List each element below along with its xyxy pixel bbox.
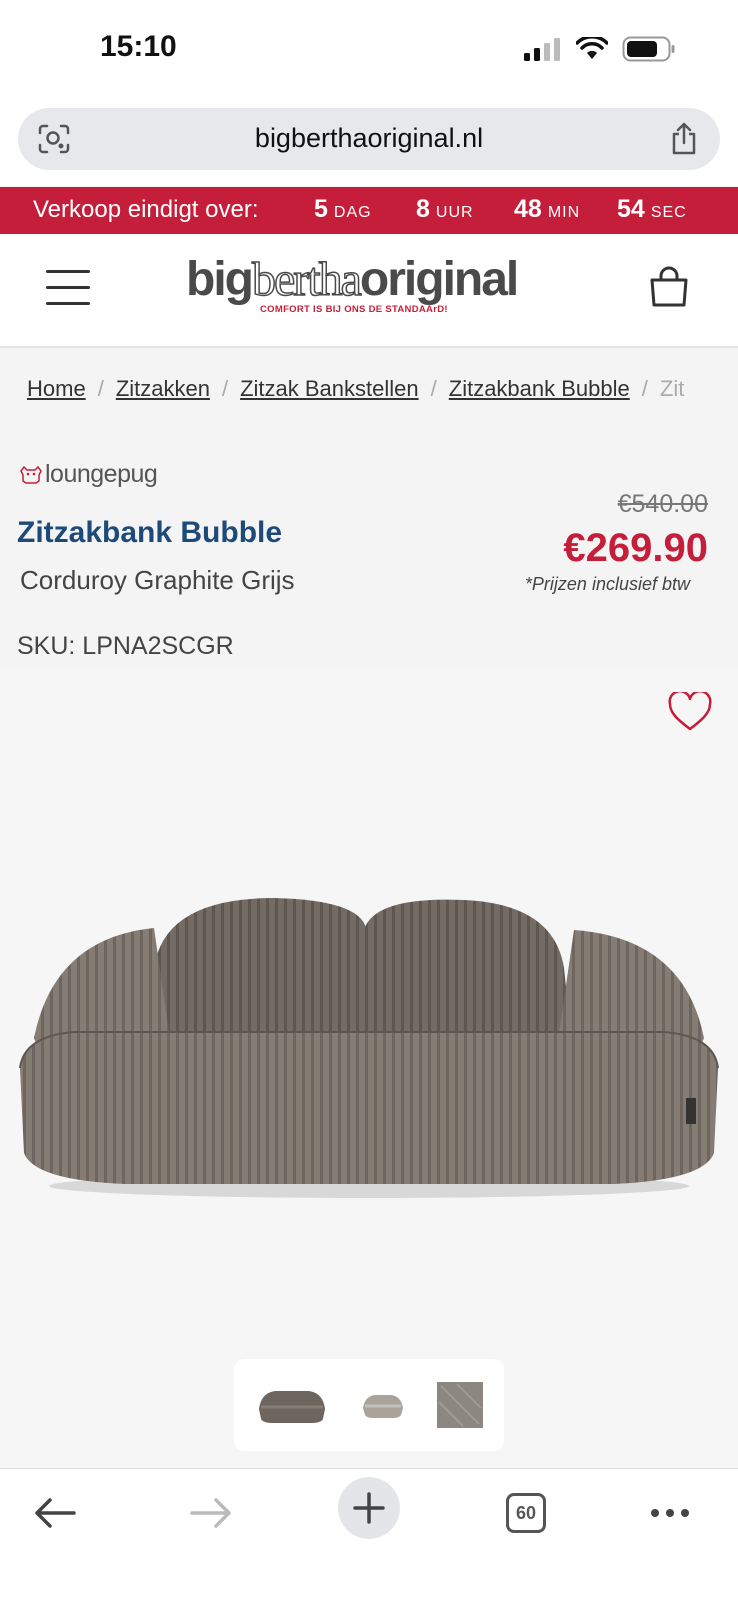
signal-icon <box>524 38 560 61</box>
product-image[interactable] <box>14 868 724 1208</box>
sale-countdown-banner: Verkoop eindigt over: 5 DAG 8 UUR 48 MIN… <box>0 187 738 234</box>
countdown-unit: SEC <box>650 204 687 221</box>
status-time: 15:10 <box>100 30 177 63</box>
cart-icon[interactable] <box>648 266 690 308</box>
share-icon[interactable] <box>670 122 698 156</box>
countdown-unit: DAG <box>333 204 372 221</box>
pug-icon <box>20 465 42 484</box>
tabs-button[interactable]: 60 <box>506 1493 546 1533</box>
site-header: bigberthaoriginal COMFORT IS BIJ ONS DE … <box>0 234 738 348</box>
countdown-value: 8 <box>416 195 430 223</box>
countdown-seconds: 54 SEC <box>617 195 687 224</box>
wishlist-heart-icon[interactable] <box>668 692 712 732</box>
old-price: €540.00 <box>617 490 708 518</box>
breadcrumb-link[interactable]: Zitzakbank Bubble <box>449 376 630 401</box>
address-bar[interactable]: bigberthaoriginal.nl <box>18 108 720 170</box>
breadcrumb-current: Zit <box>659 376 685 401</box>
countdown-days: 5 DAG <box>314 195 372 224</box>
countdown-hours: 8 UUR <box>416 195 474 224</box>
product-variant: Corduroy Graphite Grijs <box>20 565 295 595</box>
brand-name: loungepug <box>45 460 158 488</box>
thumbnail-image[interactable] <box>255 1385 329 1425</box>
browser-address-area: bigberthaoriginal.nl <box>0 100 738 186</box>
new-tab-button[interactable] <box>338 1477 400 1539</box>
current-price: €269.90 <box>563 526 708 570</box>
product-sku: SKU: LPNA2SCGR <box>17 632 234 660</box>
browser-toolbar: 60 <box>0 1468 738 1600</box>
status-bar: 15:10 <box>0 0 738 100</box>
product-gallery[interactable] <box>0 668 738 1468</box>
countdown-value: 5 <box>314 195 328 223</box>
plus-icon <box>353 1492 385 1524</box>
countdown-label: Verkoop eindigt over: <box>33 196 259 223</box>
brand-logo[interactable]: loungepug <box>19 460 158 489</box>
countdown-minutes: 48 MIN <box>514 195 580 224</box>
thumbnail-image[interactable] <box>437 1382 483 1428</box>
battery-icon <box>622 36 675 62</box>
breadcrumb-link[interactable]: Zitzak Bankstellen <box>240 376 419 401</box>
back-arrow-icon[interactable] <box>34 1497 76 1529</box>
countdown-unit: MIN <box>547 204 581 221</box>
logo-wordmark: bigberthaoriginal <box>186 253 519 306</box>
breadcrumb: Home / Zitzakken / Zitzak Bankstellen / Zitzak… <box>27 376 685 401</box>
thumbnail-image[interactable] <box>359 1390 407 1420</box>
menu-icon[interactable] <box>46 270 90 306</box>
forward-arrow-icon[interactable] <box>190 1497 232 1529</box>
more-options-icon[interactable] <box>650 1507 690 1519</box>
vat-note: *Prijzen inclusief btw <box>524 574 690 594</box>
countdown-value: 54 <box>617 195 645 223</box>
countdown-value: 48 <box>514 195 542 223</box>
url-text[interactable]: bigberthaoriginal.nl <box>18 123 720 154</box>
wifi-icon <box>576 37 608 59</box>
breadcrumb-link[interactable]: Zitzakken <box>116 376 210 401</box>
status-icons <box>522 36 676 62</box>
countdown-unit: UUR <box>435 204 474 221</box>
product-title: Zitzakbank Bubble <box>17 516 283 549</box>
logo-tagline: COMFORT IS BIJ ONS DE STANDAArD! <box>260 304 448 315</box>
site-logo[interactable]: bigberthaoriginal COMFORT IS BIJ ONS DE … <box>186 253 552 316</box>
breadcrumb-link[interactable]: Home <box>27 376 86 401</box>
thumbnail-strip <box>234 1359 504 1451</box>
